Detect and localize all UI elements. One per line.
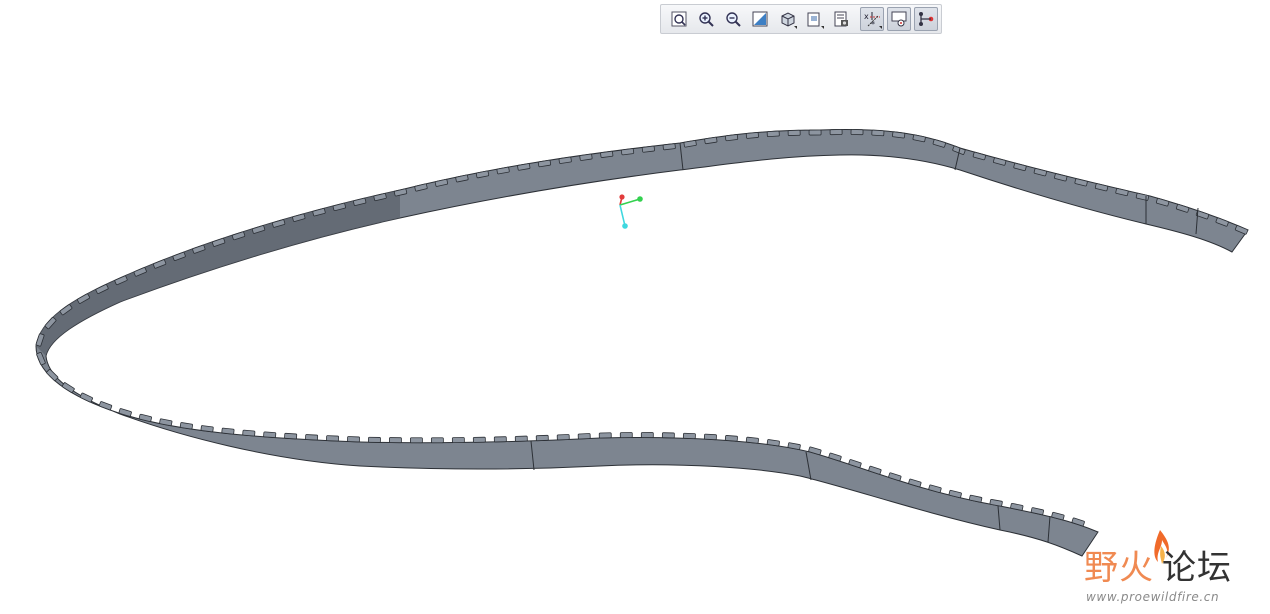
belt-tooth [598,432,612,439]
refit-button[interactable] [667,7,691,31]
belt-tooth [577,433,591,440]
zoom-in-icon [699,12,714,27]
zoom-fit-icon [671,11,687,27]
belt-tooth [766,130,780,138]
belt-tooth [621,148,635,156]
zoom-in-button[interactable] [694,7,718,31]
belt-tooth [682,432,696,440]
annotation-display-icon [919,12,934,26]
belt-tooth [892,131,906,139]
belt-tooth [242,429,256,437]
belt-tooth [724,435,738,442]
belt-tooth [600,150,614,158]
belt-tooth [808,129,822,136]
belt-tooth [430,437,444,444]
belt-tooth [725,134,739,142]
belt-tooth [200,425,214,433]
datum-display-button[interactable]: x * [860,7,884,31]
svg-text:x: x [864,12,869,21]
belt-tooth [662,143,676,151]
belt-tooth [284,432,298,440]
annotation-display-button[interactable] [914,7,938,31]
belt-tooth [263,431,277,438]
watermark-logo-left: 野火 [1084,548,1154,588]
timing-belt-model [35,129,1249,557]
csys-x-dot [619,194,625,200]
view-manager-icon [834,11,848,27]
zoom-out-icon [726,12,741,27]
dropdown-caret-icon[interactable] [821,26,824,29]
csys-z-dot [622,223,628,229]
graphics-toolbar: x * [660,4,942,34]
belt-tooth [493,436,507,443]
belt-tooth [871,129,885,137]
belt-tooth [745,436,759,444]
repaint-icon [752,11,768,27]
belt-shaded-side [36,190,400,356]
belt-tooth [850,129,864,136]
zoom-out-button[interactable] [721,7,745,31]
belt-tooth [389,437,402,444]
belt-tooth [619,432,633,438]
spin-center-button[interactable] [887,7,911,31]
saved-views-button[interactable] [802,7,826,31]
belt-tooth [703,433,717,441]
belt-tooth [451,437,465,444]
repaint-button[interactable] [748,7,772,31]
belt-tooth [641,145,655,153]
belt-tooth [640,432,654,438]
dropdown-caret-icon[interactable] [879,26,882,29]
belt-tooth [661,432,675,439]
coordinate-system-icon [619,194,643,229]
watermark: 野火 论坛 www.proewildfire.cn [1084,528,1264,608]
csys-y-dot [637,196,643,202]
belt-tooth [79,392,93,403]
belt-tooth [368,436,381,443]
display-style-button[interactable] [775,7,799,31]
model-viewport[interactable] [0,0,1270,614]
belt-tooth [305,434,319,441]
csys-y-axis [619,198,641,206]
watermark-url: www.proewildfire.cn [1086,590,1220,604]
belt-tooth [409,437,423,444]
belt-tooth [326,435,340,442]
watermark-logo-right: 论坛 [1162,548,1232,588]
belt-tooth [347,436,360,443]
svg-text:*: * [871,20,875,28]
csys-z-axis [619,204,626,227]
view-manager-button[interactable] [829,7,853,31]
spin-center-icon [891,11,907,27]
watermark-logo: 野火 论坛 [1084,540,1232,589]
belt-tooth [61,382,75,393]
belt-tooth [221,427,235,435]
belt-tooth [472,436,486,443]
dropdown-caret-icon[interactable] [794,26,797,29]
belt-tooth [829,129,843,136]
belt-tooth [514,435,528,442]
belt-tooth [556,434,570,441]
belt-tooth [118,408,132,417]
belt-tooth [745,132,759,139]
belt-tooth [535,434,549,442]
belt-tooth [787,129,801,136]
belt-band [35,129,1249,557]
